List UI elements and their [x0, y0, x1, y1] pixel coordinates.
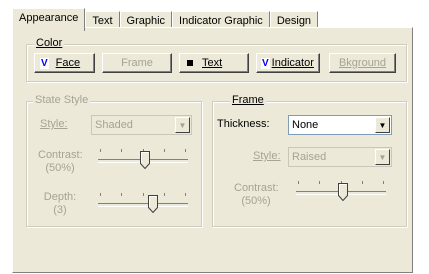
frame-contrast-label: Contrast: (50%)	[234, 182, 279, 207]
state-contrast-slider[interactable]	[96, 146, 190, 170]
slider-thumb[interactable]	[338, 183, 348, 201]
chevron-down-icon: ▼	[175, 117, 190, 133]
state-contrast-label: Contrast: (50%)	[38, 149, 83, 174]
frame-contrast-slider[interactable]	[294, 178, 388, 202]
frame-contrast-value: (50%)	[241, 195, 271, 207]
color-group-legend: Color	[34, 37, 65, 49]
frame-group-legend: Frame	[230, 94, 266, 106]
frame-button-label: Frame	[121, 57, 153, 69]
state-style-legend: State Style	[33, 94, 91, 106]
frame-color-button[interactable]: Frame	[102, 53, 172, 73]
state-depth-slider[interactable]	[96, 190, 190, 214]
slider-thumb[interactable]	[148, 195, 159, 213]
frame-style-combo[interactable]: Raised ▼	[288, 147, 392, 167]
bkground-button-label: Bkground	[338, 57, 387, 69]
frame-style-label: Style:	[253, 150, 281, 162]
tab-appearance[interactable]: Appearance	[12, 8, 86, 31]
thickness-label: Thickness:	[217, 118, 270, 130]
slider-tick	[383, 181, 384, 184]
slider-tick	[185, 149, 186, 152]
slider-tick	[121, 149, 122, 152]
slider-tick	[298, 181, 299, 184]
bkground-color-button[interactable]: Bkground	[329, 53, 396, 73]
indicator-swatch: V	[261, 57, 270, 69]
thickness-combo[interactable]: None ▼	[288, 115, 392, 135]
slider-tick	[143, 193, 144, 196]
slider-tick	[100, 193, 101, 196]
text-button-label: Text	[202, 57, 223, 69]
face-swatch: V	[40, 57, 49, 69]
slider-thumb[interactable]	[140, 151, 150, 169]
indicator-color-button[interactable]: V Indicator	[256, 53, 320, 73]
slider-track	[98, 203, 188, 207]
slider-tick	[319, 181, 320, 184]
indicator-button-label: Indicator	[271, 57, 314, 69]
text-color-button[interactable]: Text	[179, 53, 249, 73]
slider-tick	[121, 193, 122, 196]
text-swatch	[187, 60, 193, 66]
state-depth-label: Depth: (3)	[38, 191, 82, 217]
slider-tick	[100, 149, 101, 152]
chevron-down-icon[interactable]: ▼	[375, 117, 390, 133]
state-contrast-value: (50%)	[45, 162, 75, 174]
state-style-combo[interactable]: Shaded ▼	[91, 115, 192, 135]
chevron-down-icon: ▼	[375, 149, 390, 165]
state-style-value: Shaded	[95, 119, 133, 131]
slider-tick	[185, 193, 186, 196]
face-button-label: Face	[55, 57, 81, 69]
slider-tick	[362, 181, 363, 184]
face-color-button[interactable]: V Face	[34, 53, 95, 73]
thickness-value: None	[292, 119, 319, 131]
slider-tick	[164, 149, 165, 152]
slider-tick	[164, 193, 165, 196]
tab-strip: Appearance Text Graphic Indicator Graphi…	[12, 8, 319, 31]
state-depth-value: (3)	[53, 204, 67, 216]
frame-style-value: Raised	[292, 151, 327, 163]
state-style-label: Style:	[40, 118, 68, 130]
